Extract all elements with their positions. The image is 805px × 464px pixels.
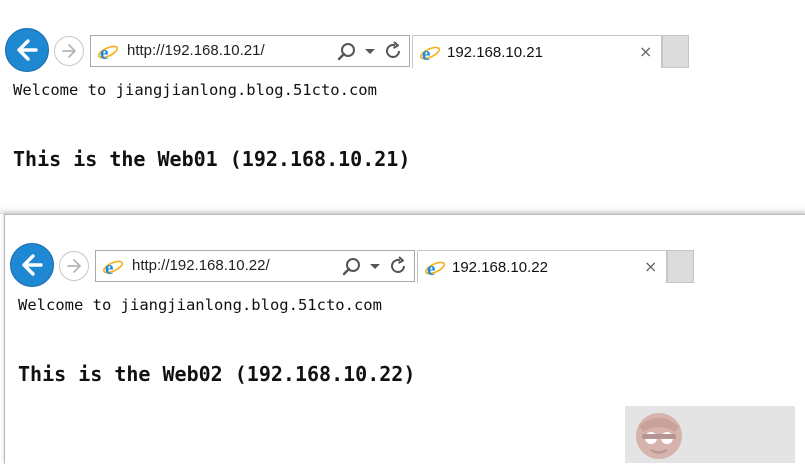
new-tab-button[interactable] [662, 35, 689, 68]
close-tab-icon[interactable]: × [644, 257, 657, 276]
refresh-icon[interactable] [388, 256, 408, 276]
internet-explorer-icon: e [424, 259, 446, 278]
address-url: http://192.168.10.22/ [132, 257, 270, 274]
tab-title: 192.168.10.22 [452, 259, 548, 276]
navigation-bar: e http://192.168.10.22/ e 192.168.10.22 … [5, 215, 805, 289]
refresh-icon[interactable] [383, 41, 403, 61]
search-icon[interactable] [337, 42, 357, 62]
svg-text:e: e [422, 44, 430, 63]
new-tab-button[interactable] [667, 250, 694, 283]
navigation-bar: e http://192.168.10.21/ e 192.168.10.21 … [0, 0, 805, 74]
search-icon[interactable] [342, 257, 362, 277]
forward-button[interactable] [54, 36, 84, 66]
address-url: http://192.168.10.21/ [127, 42, 265, 59]
svg-text:e: e [100, 43, 108, 62]
back-arrow-icon [22, 254, 43, 276]
back-button[interactable] [5, 28, 49, 72]
monkey-logo-icon [636, 413, 682, 459]
internet-explorer-icon: e [419, 44, 441, 63]
address-bar[interactable]: e http://192.168.10.22/ [95, 250, 415, 282]
welcome-text: Welcome to jiangjianlong.blog.51cto.com [13, 81, 377, 99]
back-arrow-icon [17, 39, 38, 61]
back-button[interactable] [10, 243, 54, 287]
browser-tab[interactable]: e 192.168.10.21 × [412, 35, 662, 68]
close-tab-icon[interactable]: × [639, 42, 652, 61]
svg-text:e: e [105, 258, 113, 277]
internet-explorer-icon: e [102, 258, 124, 277]
page-heading: This is the Web02 (192.168.10.22) [18, 362, 416, 386]
svg-text:e: e [427, 259, 435, 278]
tab-title: 192.168.10.21 [447, 44, 543, 61]
watermark [625, 406, 795, 463]
forward-arrow-icon [67, 259, 81, 273]
browser-tab[interactable]: e 192.168.10.22 × [417, 250, 667, 283]
browser-window-1: e http://192.168.10.21/ e 192.168.10.21 … [0, 0, 805, 212]
internet-explorer-icon: e [97, 43, 119, 62]
address-bar[interactable]: e http://192.168.10.21/ [90, 35, 410, 67]
dropdown-icon[interactable] [365, 49, 375, 54]
forward-arrow-icon [62, 44, 76, 58]
dropdown-icon[interactable] [370, 264, 380, 269]
page-heading: This is the Web01 (192.168.10.21) [13, 147, 411, 171]
forward-button[interactable] [59, 251, 89, 281]
welcome-text: Welcome to jiangjianlong.blog.51cto.com [18, 296, 382, 314]
window-divider [0, 206, 805, 214]
